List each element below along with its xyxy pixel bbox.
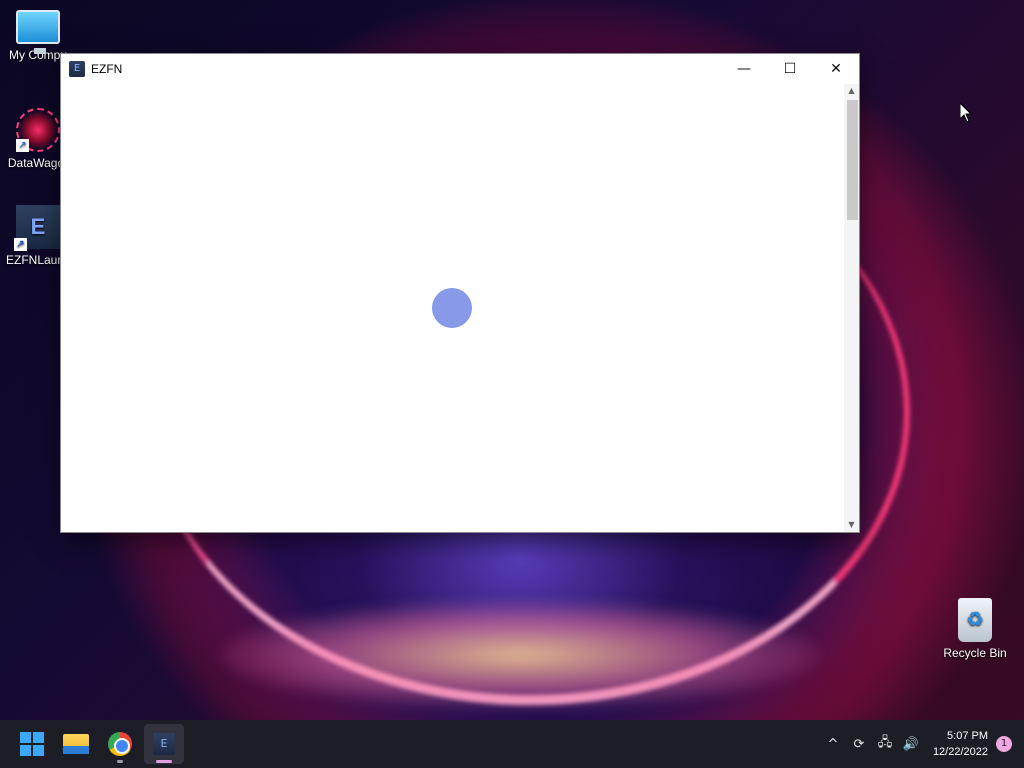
clock[interactable]: 5:07 PM 12/22/2022 bbox=[933, 728, 988, 760]
window-titlebar[interactable]: E EZFN — ☐ ✕ bbox=[61, 54, 859, 84]
wallpaper-glow bbox=[220, 600, 820, 710]
ezfn-window: E EZFN — ☐ ✕ ▲ ▼ bbox=[60, 53, 860, 533]
active-indicator bbox=[156, 760, 172, 763]
close-button[interactable]: ✕ bbox=[813, 54, 859, 84]
desktop-icon-recycle-bin[interactable]: ♻ Recycle Bin bbox=[937, 598, 1013, 660]
ezfn-icon: E bbox=[153, 733, 175, 755]
ezfn-app-icon: E bbox=[69, 61, 85, 77]
scroll-up-icon[interactable]: ▲ bbox=[844, 84, 859, 98]
window-content bbox=[61, 84, 845, 532]
maximize-button[interactable]: ☐ bbox=[767, 54, 813, 84]
clock-date: 12/22/2022 bbox=[932, 746, 988, 758]
start-icon bbox=[20, 732, 44, 756]
scroll-down-icon[interactable]: ▼ bbox=[844, 518, 859, 532]
minimize-button[interactable]: — bbox=[721, 54, 767, 84]
window-title: EZFN bbox=[91, 62, 123, 76]
start-button[interactable] bbox=[12, 724, 52, 764]
chrome-icon bbox=[108, 732, 132, 756]
shortcut-arrow-icon: ↗ bbox=[14, 238, 27, 251]
notification-badge[interactable]: 1 bbox=[996, 736, 1012, 752]
taskbar-chrome[interactable] bbox=[100, 724, 140, 764]
mouse-cursor-icon bbox=[960, 103, 972, 123]
ezfn-launcher-icon: E ↗ bbox=[14, 205, 60, 251]
show-hidden-icons-chevron-icon[interactable]: ^ bbox=[821, 732, 845, 756]
shortcut-arrow-icon: ↗ bbox=[16, 139, 29, 152]
minimize-icon: — bbox=[737, 61, 751, 77]
clock-time: 5:07 PM bbox=[947, 730, 988, 742]
recycle-bin-icon: ♻ bbox=[958, 598, 992, 642]
computer-icon bbox=[16, 10, 60, 54]
sync-icon[interactable]: ⟳ bbox=[847, 732, 871, 756]
taskbar-ezfn[interactable]: E bbox=[144, 724, 184, 764]
scrollbar-thumb[interactable] bbox=[847, 100, 858, 220]
system-tray: ^ ⟳ 🖧 🔊 5:07 PM 12/22/2022 1 bbox=[819, 720, 1024, 768]
network-icon[interactable]: 🖧 bbox=[873, 732, 897, 756]
desktop-icon-label: Recycle Bin bbox=[943, 646, 1007, 660]
taskbar: E ^ ⟳ 🖧 🔊 5:07 PM 12/22/2022 1 bbox=[0, 720, 1024, 768]
running-indicator bbox=[117, 760, 123, 763]
datawagon-icon: ↗ bbox=[16, 108, 60, 152]
loading-spinner bbox=[432, 288, 472, 328]
close-icon: ✕ bbox=[830, 61, 842, 77]
taskbar-file-explorer[interactable] bbox=[56, 724, 96, 764]
file-explorer-icon bbox=[63, 734, 89, 754]
volume-icon[interactable]: 🔊 bbox=[899, 732, 923, 756]
vertical-scrollbar[interactable]: ▲ ▼ bbox=[844, 84, 859, 532]
maximize-icon: ☐ bbox=[783, 61, 797, 77]
